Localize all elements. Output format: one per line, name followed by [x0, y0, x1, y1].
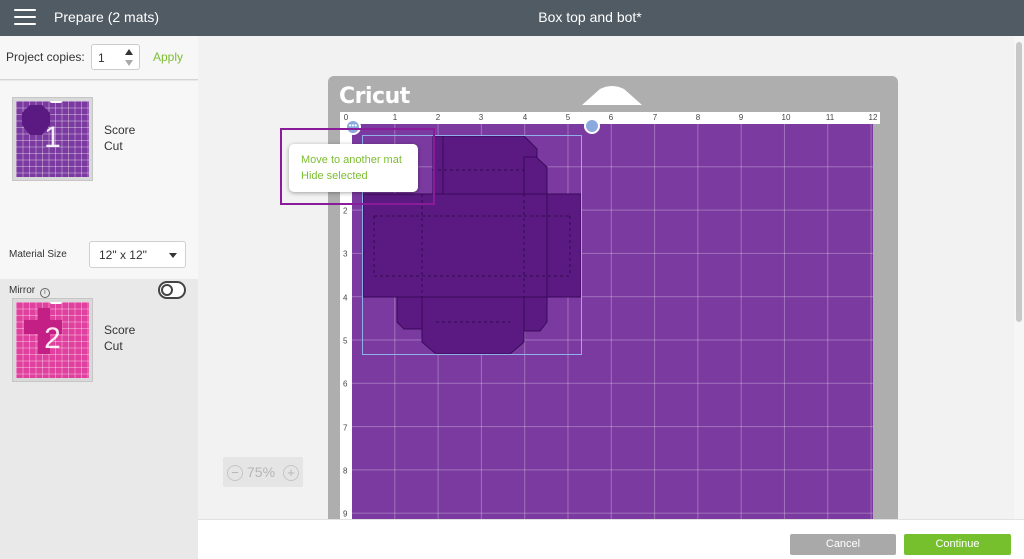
ruler-tick: 1	[392, 113, 398, 122]
top-bar: Prepare (2 mats) Box top and bot*	[0, 0, 1024, 36]
context-menu: Move to another mat Hide selected	[289, 144, 418, 192]
zoom-in-icon[interactable]: +	[283, 465, 299, 481]
zoom-out-icon[interactable]: −	[227, 465, 243, 481]
ruler-tick: 6	[608, 113, 614, 122]
apply-button[interactable]: Apply	[153, 50, 183, 64]
mat-hang-tab-icon	[582, 86, 642, 105]
mat-2-op-score: Score	[104, 323, 136, 337]
mat-thumbnail-2[interactable]: 2	[12, 298, 93, 382]
ruler-tick: 12	[868, 113, 878, 122]
hide-selected-option[interactable]: Hide selected	[301, 168, 406, 184]
ruler-tick: 7	[652, 113, 658, 122]
rotate-handle-icon[interactable]	[584, 118, 600, 134]
cricut-logo: Cricut	[339, 84, 410, 109]
ruler-tick: 4	[343, 293, 348, 303]
project-copies-row: Project copies: 1 Apply	[0, 36, 198, 80]
project-name: Box top and bot*	[538, 9, 642, 25]
project-copies-input[interactable]: 1	[91, 44, 140, 70]
ruler-tick: 6	[343, 379, 348, 389]
project-copies-label: Project copies:	[6, 50, 85, 64]
continue-button[interactable]: Continue	[904, 534, 1011, 555]
mat-card-1[interactable]: 1 Score Cut Material Size 12" x 12" Mirr…	[0, 81, 198, 299]
ruler-tick: 8	[695, 113, 701, 122]
mat-number-1: 1	[44, 121, 61, 154]
mat-sidebar: Project copies: 1 Apply 1 Score Cut Mate…	[0, 36, 198, 559]
cancel-button[interactable]: Cancel	[790, 534, 896, 555]
footer-bar: Cancel Continue	[198, 519, 1024, 559]
increment-arrow-icon[interactable]	[125, 49, 133, 55]
zoom-control: − 75% +	[223, 457, 303, 487]
ruler-tick: 8	[343, 466, 348, 476]
mat-number-2: 2	[44, 322, 61, 355]
ruler-top: 0 1 2 3 4 5 6 7 8 9 10 11 12	[340, 112, 880, 124]
ruler-tick: 9	[343, 509, 348, 519]
mat-2-op-cut: Cut	[104, 339, 123, 353]
ruler-tick: 5	[565, 113, 571, 122]
ruler-tick: 9	[738, 113, 744, 122]
ruler-tick: 2	[435, 113, 441, 122]
move-to-another-mat-option[interactable]: Move to another mat	[301, 152, 406, 168]
ruler-tick: 3	[478, 113, 484, 122]
mat-1-operations: Score Cut	[104, 122, 135, 154]
material-size-value: 12" x 12"	[99, 248, 147, 262]
mat-card-2[interactable]: 2 Score Cut	[0, 280, 198, 450]
ruler-tick: 10	[781, 113, 791, 122]
decrement-arrow-icon[interactable]	[125, 60, 133, 66]
ruler-tick: 5	[343, 336, 348, 346]
ruler-tick: 4	[522, 113, 528, 122]
mat-1-op-cut: Cut	[104, 139, 123, 153]
mat-thumbnail-1[interactable]: 1	[12, 97, 93, 181]
material-size-label: Material Size	[9, 249, 67, 260]
vertical-scrollbar[interactable]	[1014, 36, 1024, 519]
ruler-tick: 2	[343, 206, 348, 216]
ruler-tick: 7	[343, 423, 348, 433]
chevron-down-icon	[169, 253, 177, 258]
project-copies-value: 1	[98, 51, 105, 65]
zoom-level: 75%	[247, 464, 276, 480]
mat-2-operations: Score Cut	[104, 322, 135, 354]
material-size-select[interactable]: 12" x 12"	[89, 241, 186, 268]
mat-1-op-score: Score	[104, 123, 136, 137]
ruler-tick: 3	[343, 249, 348, 259]
scrollbar-thumb[interactable]	[1016, 42, 1022, 322]
ruler-tick: 11	[825, 113, 835, 122]
